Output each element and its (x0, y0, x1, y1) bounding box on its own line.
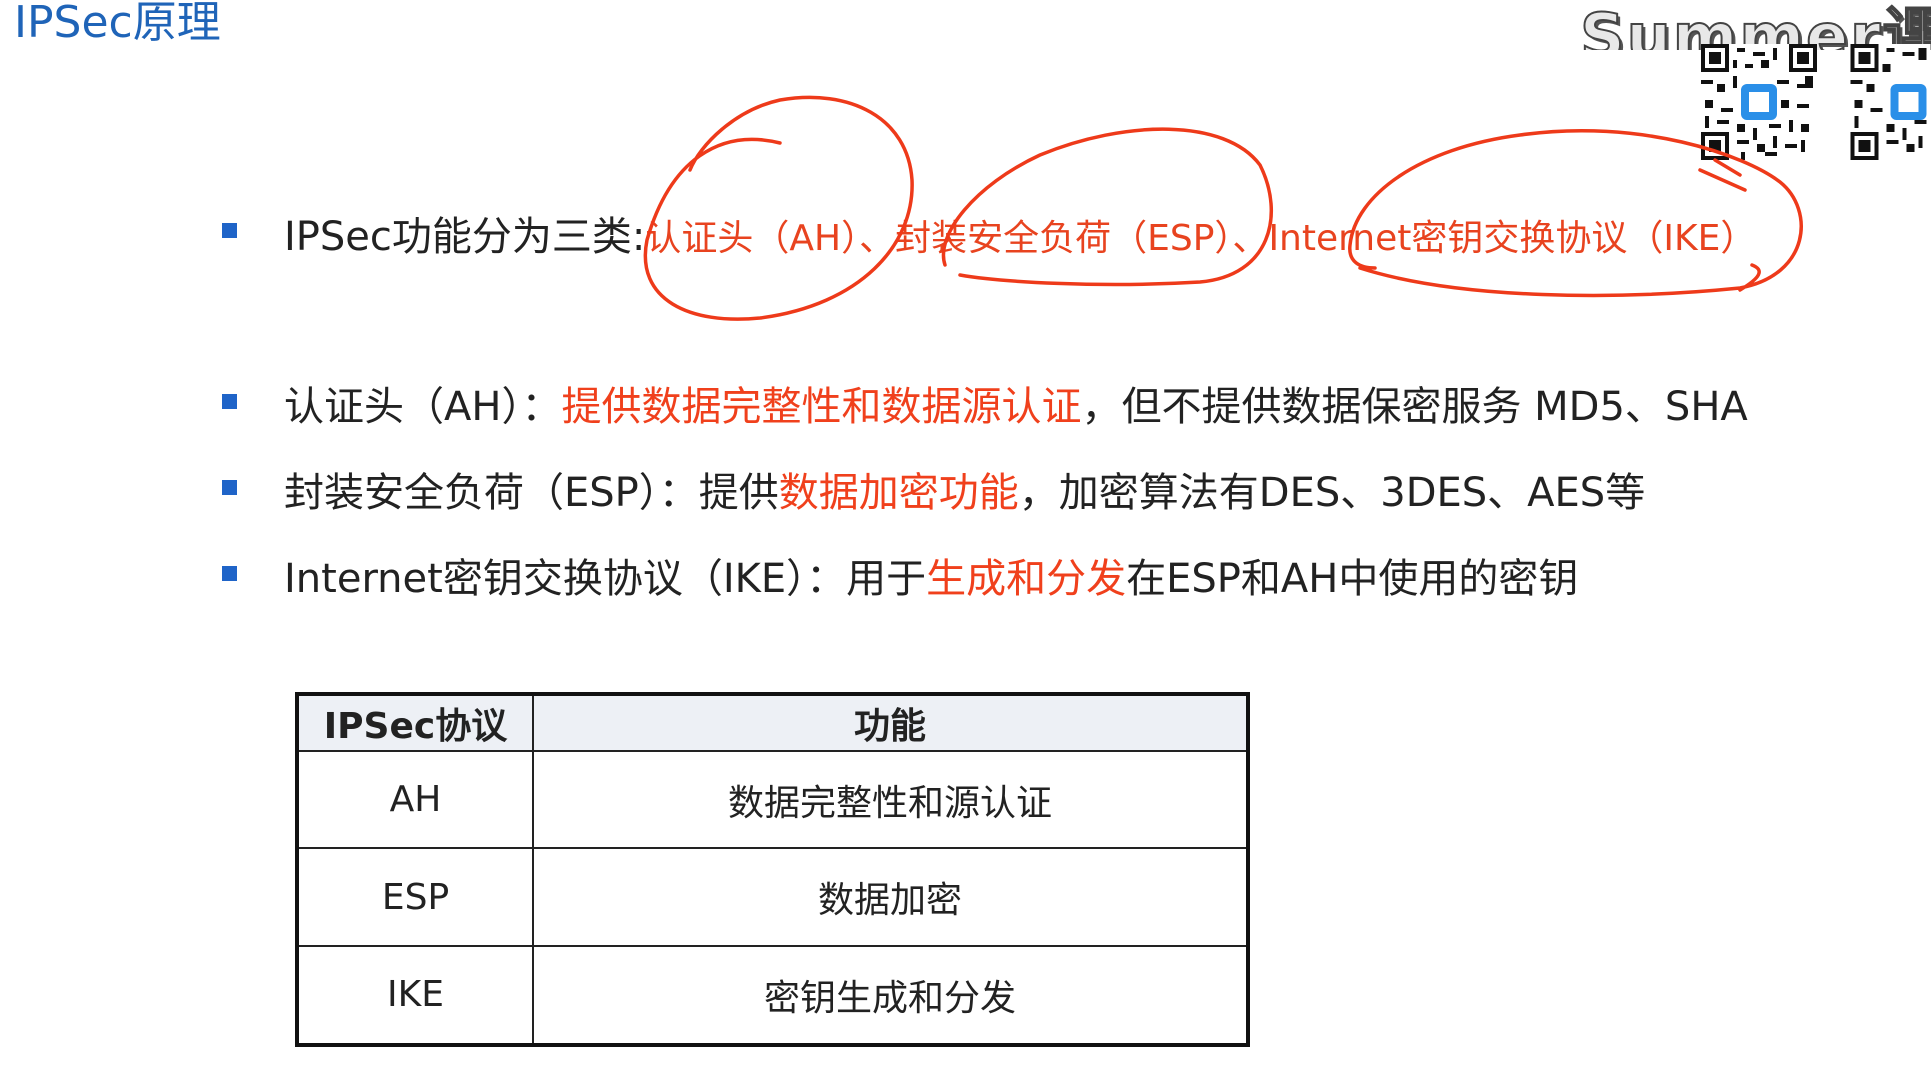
table-row: IKE 密钥生成和分发 (296, 944, 1249, 1047)
ah-description: 认证头（AH）：提供数据完整性和数据源认证，但不提供数据保密服务 MD5、SHA (284, 374, 1748, 432)
protocol-cell: IKE (296, 944, 534, 1047)
qr-code-icon (1701, 44, 1817, 160)
table-row: AH 数据完整性和源认证 (296, 749, 1249, 850)
column-header-function: 功能 (532, 693, 1249, 752)
line-highlight: 数据加密功能 (778, 470, 1019, 516)
line-suffix: ，但不提供数据保密服务 MD5、SHA (1081, 384, 1748, 430)
line-prefix: 认证头（AH）： (284, 384, 562, 430)
line-prefix: 封装安全负荷（ESP）：提供 (284, 470, 779, 516)
slide-title: IPSec原理 (14, 0, 221, 48)
function-cell: 数据加密 (532, 847, 1249, 947)
qr-code-icon (1850, 44, 1931, 160)
line-highlight: 生成和分发 (926, 556, 1127, 602)
bullet-icon (222, 394, 237, 409)
function-cell: 数据完整性和源认证 (532, 749, 1249, 850)
line-suffix: 在ESP和AH中使用的密钥 (1126, 556, 1579, 602)
ike-description: Internet密钥交换协议（IKE）：用于生成和分发在ESP和AH中使用的密钥 (284, 546, 1578, 604)
bullet-icon (222, 480, 237, 495)
protocol-cell: AH (296, 749, 534, 850)
function-cell: 密钥生成和分发 (532, 944, 1249, 1047)
line-prefix: IPSec功能分为三类: (284, 214, 646, 260)
ah-term: 认证头（AH） (645, 218, 860, 259)
bullet-icon (222, 223, 237, 238)
table-row: ESP 数据加密 (296, 847, 1249, 947)
ike-term: Internet密钥交换协议（IKE） (1268, 218, 1757, 259)
column-header-protocol: IPSec协议 (296, 693, 534, 752)
ipsec-protocol-table: IPSec协议 功能 AH 数据完整性和源认证 ESP 数据加密 IKE 密钥生… (295, 692, 1250, 1047)
separator: 、 (859, 218, 896, 259)
watermark-logo: Summer课 (1580, 0, 1931, 50)
separator: 、 (1232, 218, 1269, 259)
line-highlight: 提供数据完整性和数据源认证 (561, 384, 1082, 430)
protocol-cell: ESP (296, 847, 534, 947)
line-prefix: Internet密钥交换协议（IKE）：用于 (284, 556, 927, 602)
bullet-icon (222, 566, 237, 581)
ipsec-categories-line: IPSec功能分为三类:认证头（AH）、封装安全负荷（ESP）、Internet… (284, 204, 1756, 262)
line-suffix: ，加密算法有DES、3DES、AES等 (1018, 470, 1646, 516)
esp-term: 封装安全负荷（ESP） (895, 218, 1233, 259)
esp-description: 封装安全负荷（ESP）：提供数据加密功能，加密算法有DES、3DES、AES等 (284, 460, 1645, 518)
table-header-row: IPSec协议 功能 (296, 693, 1249, 752)
